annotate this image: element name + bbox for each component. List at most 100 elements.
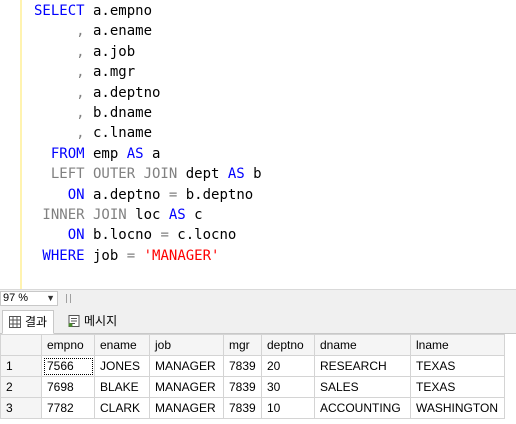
cell-job[interactable]: MANAGER <box>149 397 224 419</box>
sql-operator: = <box>160 227 169 244</box>
code-line[interactable]: , a.mgr <box>34 62 262 82</box>
code-line[interactable]: LEFT OUTER JOIN dept AS b <box>34 164 262 184</box>
code-line[interactable]: SELECT a.empno <box>34 1 262 21</box>
sql-text: a.deptno <box>84 186 169 203</box>
sql-keyword: AS <box>126 145 144 162</box>
result-tabs: 결과 메시지 <box>0 307 516 334</box>
sql-operator: , <box>34 125 85 142</box>
results-table: empno ename job mgr deptno dname lname 1… <box>0 334 505 419</box>
tab-messages[interactable]: 메시지 <box>62 310 123 332</box>
cell-lname[interactable]: WASHINGTON <box>410 397 505 419</box>
cell-ename[interactable]: CLARK <box>94 397 150 419</box>
column-header[interactable]: mgr <box>223 334 262 356</box>
sql-keyword: WHERE <box>34 247 85 264</box>
sql-text: emp <box>84 145 127 162</box>
chevron-down-icon[interactable]: ▼ <box>46 292 55 305</box>
tab-messages-label: 메시지 <box>84 314 118 328</box>
sql-keyword: AS <box>227 166 245 183</box>
sql-string: 'MANAGER' <box>143 247 220 264</box>
splitter-grip-icon[interactable] <box>66 294 71 303</box>
sql-keyword: ON <box>34 227 85 244</box>
sql-text: b.deptno <box>177 186 254 203</box>
cell-mgr[interactable]: 7839 <box>223 355 262 377</box>
code-line[interactable]: , b.dname <box>34 103 262 123</box>
table-row[interactable]: 3 7782 CLARK MANAGER 7839 10 ACCOUNTING … <box>0 397 505 419</box>
message-icon <box>68 315 80 327</box>
sql-operator: INNER JOIN <box>34 206 127 223</box>
grid-icon <box>9 316 21 328</box>
cell-lname[interactable]: TEXAS <box>410 376 505 398</box>
row-number[interactable]: 1 <box>0 355 42 377</box>
results-grid[interactable]: empno ename job mgr deptno dname lname 1… <box>0 334 516 424</box>
sql-text: c.locno <box>168 227 237 244</box>
cell-lname[interactable]: TEXAS <box>410 355 505 377</box>
sql-code[interactable]: SELECT a.empno , a.ename , a.job , a.mgr… <box>0 1 262 266</box>
column-header[interactable]: ename <box>94 334 150 356</box>
sql-text: a.ename <box>84 23 153 40</box>
sql-text: loc <box>126 206 169 223</box>
sql-operator: , <box>34 84 85 101</box>
cell-ename[interactable]: BLAKE <box>94 376 150 398</box>
tab-results[interactable]: 결과 <box>2 310 55 334</box>
sql-keyword: FROM <box>34 145 85 162</box>
code-line[interactable]: , a.job <box>34 42 262 62</box>
cell-mgr[interactable]: 7839 <box>223 376 262 398</box>
code-line[interactable]: , a.ename <box>34 21 262 41</box>
sql-text: job <box>84 247 127 264</box>
sql-text: b.dname <box>84 104 153 121</box>
table-row[interactable]: 2 7698 BLAKE MANAGER 7839 30 SALES TEXAS <box>0 376 505 398</box>
column-header[interactable]: deptno <box>261 334 315 356</box>
table-row[interactable]: 1 7566 JONES MANAGER 7839 20 RESEARCH TE… <box>0 355 505 377</box>
sql-text: a <box>143 145 161 162</box>
code-line[interactable]: , c.lname <box>34 123 262 143</box>
cell-empno[interactable]: 7566 <box>41 355 95 377</box>
cell-ename[interactable]: JONES <box>94 355 150 377</box>
cell-dname[interactable]: RESEARCH <box>314 355 411 377</box>
row-number[interactable]: 3 <box>0 397 42 419</box>
row-number[interactable]: 2 <box>0 376 42 398</box>
cell-job[interactable]: MANAGER <box>149 376 224 398</box>
sql-operator: , <box>34 23 85 40</box>
sql-text: a.job <box>84 43 136 60</box>
sql-keyword: ON <box>34 186 85 203</box>
sql-text: a.deptno <box>84 84 161 101</box>
code-line[interactable]: , a.deptno <box>34 83 262 103</box>
code-line[interactable]: ON b.locno = c.locno <box>34 225 262 245</box>
zoom-bar: 97 % ▼ <box>0 289 516 308</box>
query-editor[interactable]: SELECT a.empno , a.ename , a.job , a.mgr… <box>0 0 516 289</box>
sql-text: c.lname <box>84 125 153 142</box>
sql-text: a.empno <box>84 3 153 19</box>
column-header[interactable]: lname <box>410 334 505 356</box>
cell-deptno[interactable]: 30 <box>261 376 315 398</box>
row-number-header <box>0 334 42 356</box>
header-row: empno ename job mgr deptno dname lname <box>0 334 505 356</box>
sql-keyword: SELECT <box>34 3 85 19</box>
sql-text: c <box>185 206 203 223</box>
cell-deptno[interactable]: 20 <box>261 355 315 377</box>
sql-operator: , <box>34 64 85 81</box>
cell-job[interactable]: MANAGER <box>149 355 224 377</box>
code-line[interactable]: ON a.deptno = b.deptno <box>34 185 262 205</box>
sql-operator: LEFT OUTER JOIN <box>34 166 178 183</box>
column-header[interactable]: job <box>149 334 224 356</box>
zoom-select[interactable]: 97 % ▼ <box>0 291 58 306</box>
sql-text: dept <box>177 166 228 183</box>
cell-empno[interactable]: 7698 <box>41 376 95 398</box>
cell-dname[interactable]: SALES <box>314 376 411 398</box>
sql-operator: , <box>34 43 85 60</box>
cell-deptno[interactable]: 10 <box>261 397 315 419</box>
tab-results-label: 결과 <box>25 315 48 329</box>
code-line[interactable]: INNER JOIN loc AS c <box>34 205 262 225</box>
zoom-value: 97 % <box>3 292 29 304</box>
sql-keyword: AS <box>168 206 186 223</box>
column-header[interactable]: dname <box>314 334 411 356</box>
code-line[interactable]: FROM emp AS a <box>34 144 262 164</box>
cell-mgr[interactable]: 7839 <box>223 397 262 419</box>
sql-text: b.locno <box>84 227 161 244</box>
cell-empno[interactable]: 7782 <box>41 397 95 419</box>
column-header[interactable]: empno <box>41 334 95 356</box>
cell-dname[interactable]: ACCOUNTING <box>314 397 411 419</box>
code-line[interactable]: WHERE job = 'MANAGER' <box>34 246 262 266</box>
sql-operator: , <box>34 104 85 121</box>
sql-text: b <box>244 166 262 183</box>
